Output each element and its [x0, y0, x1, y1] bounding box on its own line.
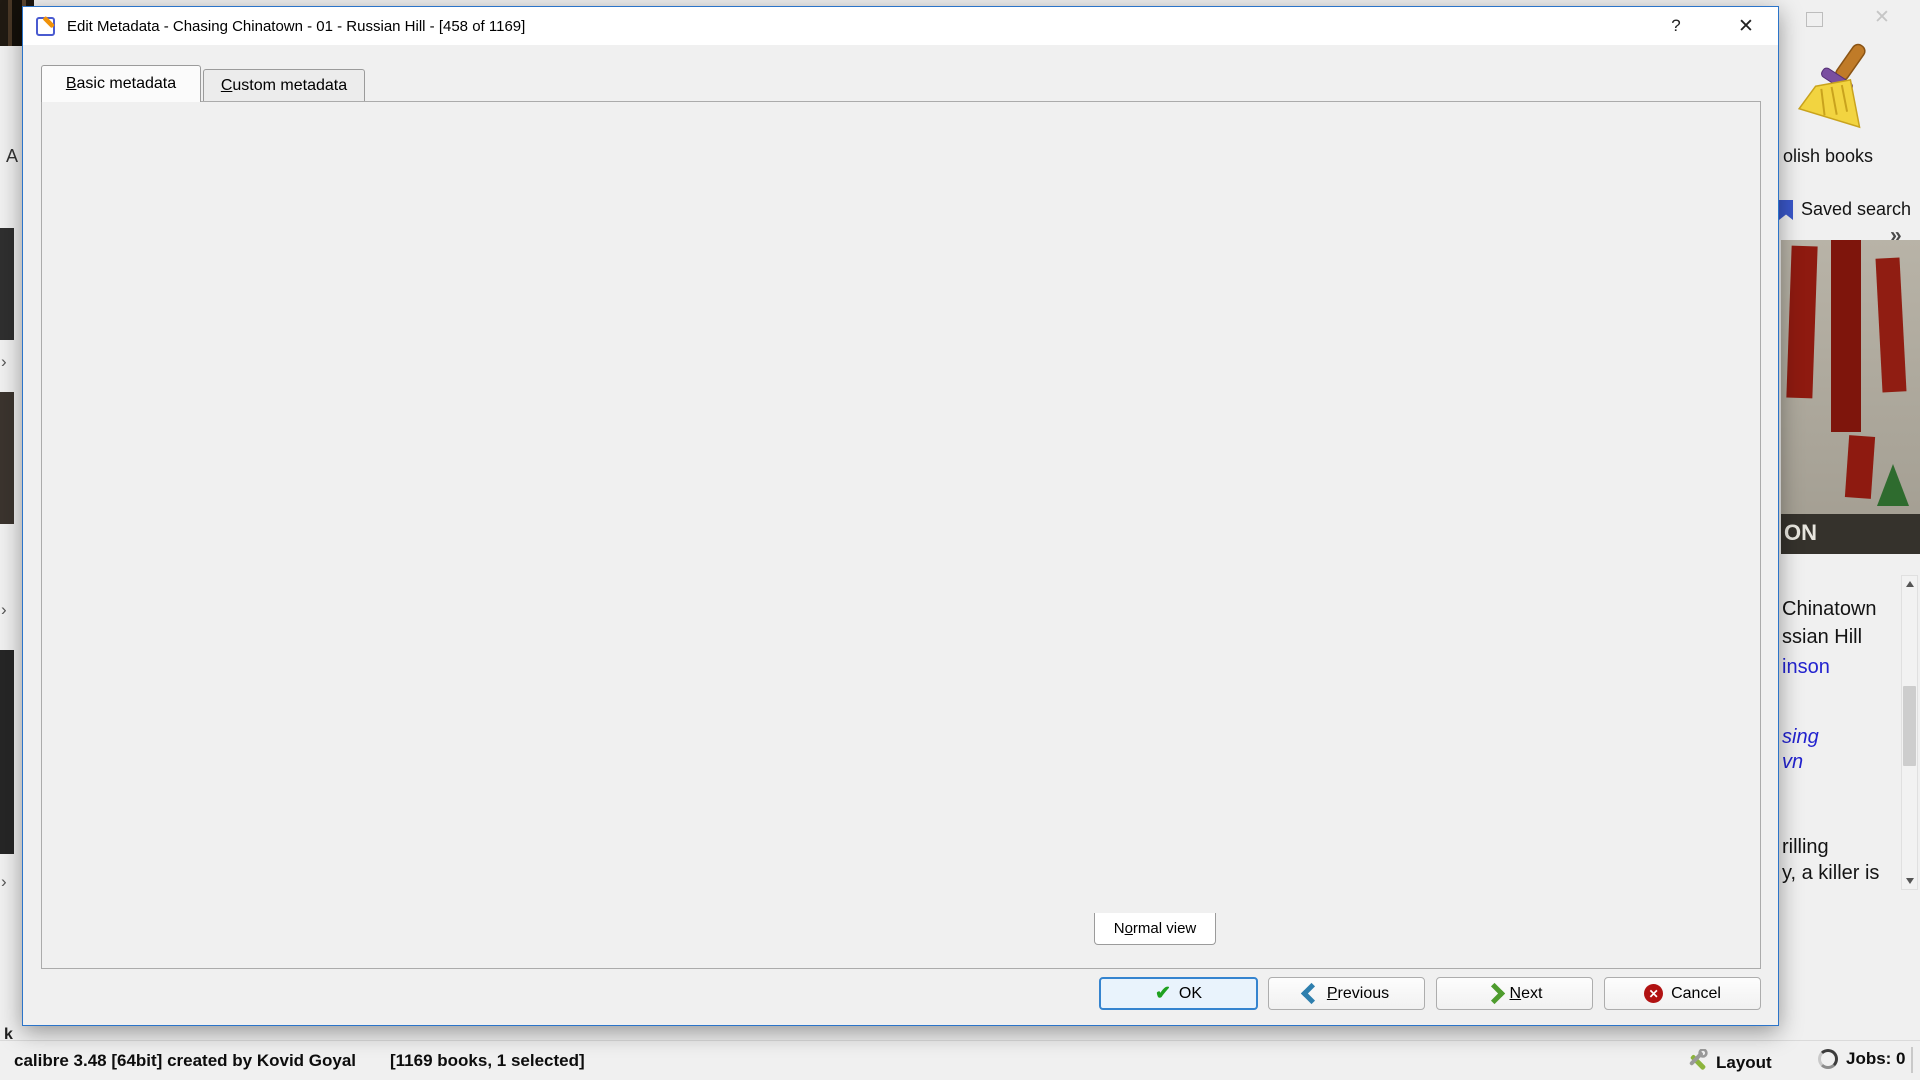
- cancel-x-icon: ✕: [1644, 984, 1664, 1003]
- screen: ✕ olish books » Saved search ON Chinatow…: [0, 0, 1920, 1080]
- cancel-label: Cancel: [1671, 984, 1721, 1002]
- bg-details-comment-fragment1: rilling: [1782, 836, 1829, 858]
- ok-button[interactable]: ✔ OK: [1099, 977, 1258, 1010]
- bg-left-chevron3: ›: [1, 872, 7, 891]
- tab-normal-view[interactable]: Normal view: [1094, 913, 1216, 945]
- bg-book-cover-fragment: ON: [1781, 240, 1920, 554]
- status-books-info: [1169 books, 1 selected]: [390, 1051, 585, 1070]
- check-icon: ✔: [1154, 983, 1171, 1004]
- close-button[interactable]: ✕: [1731, 13, 1761, 39]
- status-app-info: calibre 3.48 [64bit] created by Kovid Go…: [14, 1051, 357, 1070]
- bg-details-series-link1[interactable]: sing: [1782, 726, 1819, 749]
- edit-metadata-dialog: Edit Metadata - Chasing Chinatown - 01 -…: [22, 6, 1779, 1026]
- bg-details-author-link[interactable]: inson: [1782, 656, 1830, 679]
- bg-details-scrollbar[interactable]: [1901, 575, 1918, 890]
- jobs-button[interactable]: Jobs: 0: [1818, 1049, 1906, 1069]
- bg-cover-on-text: ON: [1784, 520, 1817, 545]
- tab-normal-view-label: Normal view: [1113, 920, 1197, 937]
- right-arrow-icon: [1483, 982, 1505, 1005]
- previous-button[interactable]: Previous: [1268, 977, 1425, 1010]
- bg-left-cover-strip3: [0, 650, 14, 854]
- bg-left-letter: A: [6, 146, 19, 166]
- dialog-icon: [35, 15, 57, 37]
- next-label: Next: [1509, 984, 1543, 1002]
- help-button[interactable]: ?: [1661, 13, 1691, 39]
- tab-page-frame: [41, 101, 1761, 969]
- left-arrow-icon: [1300, 982, 1322, 1005]
- bg-restore-icon: [1806, 12, 1823, 27]
- dialog-title: Edit Metadata - Chasing Chinatown - 01 -…: [67, 17, 526, 35]
- tab-custom-label: Custom metadata: [220, 77, 348, 94]
- jobs-spinner-icon: [1818, 1049, 1838, 1069]
- tab-basic-metadata[interactable]: Basic metadata: [41, 65, 201, 102]
- polish-books-label: olish books: [1783, 146, 1874, 166]
- saved-search-icon[interactable]: [1777, 199, 1796, 227]
- cancel-button[interactable]: ✕ Cancel: [1604, 977, 1761, 1010]
- bg-details-comment-fragment2: y, a killer is: [1782, 862, 1880, 884]
- bg-left-cover-strip2: [0, 392, 14, 524]
- saved-search-label: Saved search: [1801, 199, 1912, 219]
- polish-books-icon[interactable]: [1786, 42, 1878, 143]
- status-grip: [1911, 1047, 1913, 1073]
- bg-details-series-link2[interactable]: vn: [1782, 751, 1803, 774]
- status-bar: calibre 3.48 [64bit] created by Kovid Go…: [0, 1040, 1920, 1080]
- bg-left-cover-strip1: [0, 228, 14, 340]
- bg-close-icon: ✕: [1874, 7, 1890, 28]
- layout-label: Layout: [1716, 1053, 1772, 1072]
- ok-label: OK: [1178, 984, 1203, 1002]
- jobs-label: Jobs: 0: [1846, 1049, 1906, 1068]
- layout-button[interactable]: Layout: [1686, 1048, 1772, 1077]
- dialog-titlebar: Edit Metadata - Chasing Chinatown - 01 -…: [23, 7, 1778, 45]
- layout-tools-icon: [1686, 1048, 1709, 1077]
- bg-details-title2-fragment: ssian Hill: [1782, 626, 1863, 648]
- tab-basic-label: Basic metadata: [65, 75, 177, 92]
- tab-custom-metadata[interactable]: Custom metadata: [203, 69, 365, 102]
- bg-left-chevron1: ›: [1, 352, 7, 371]
- previous-label: Previous: [1326, 984, 1390, 1002]
- next-button[interactable]: Next: [1436, 977, 1593, 1010]
- bg-left-chevron2: ›: [1, 600, 7, 619]
- bg-details-title-fragment: Chinatown: [1782, 598, 1877, 620]
